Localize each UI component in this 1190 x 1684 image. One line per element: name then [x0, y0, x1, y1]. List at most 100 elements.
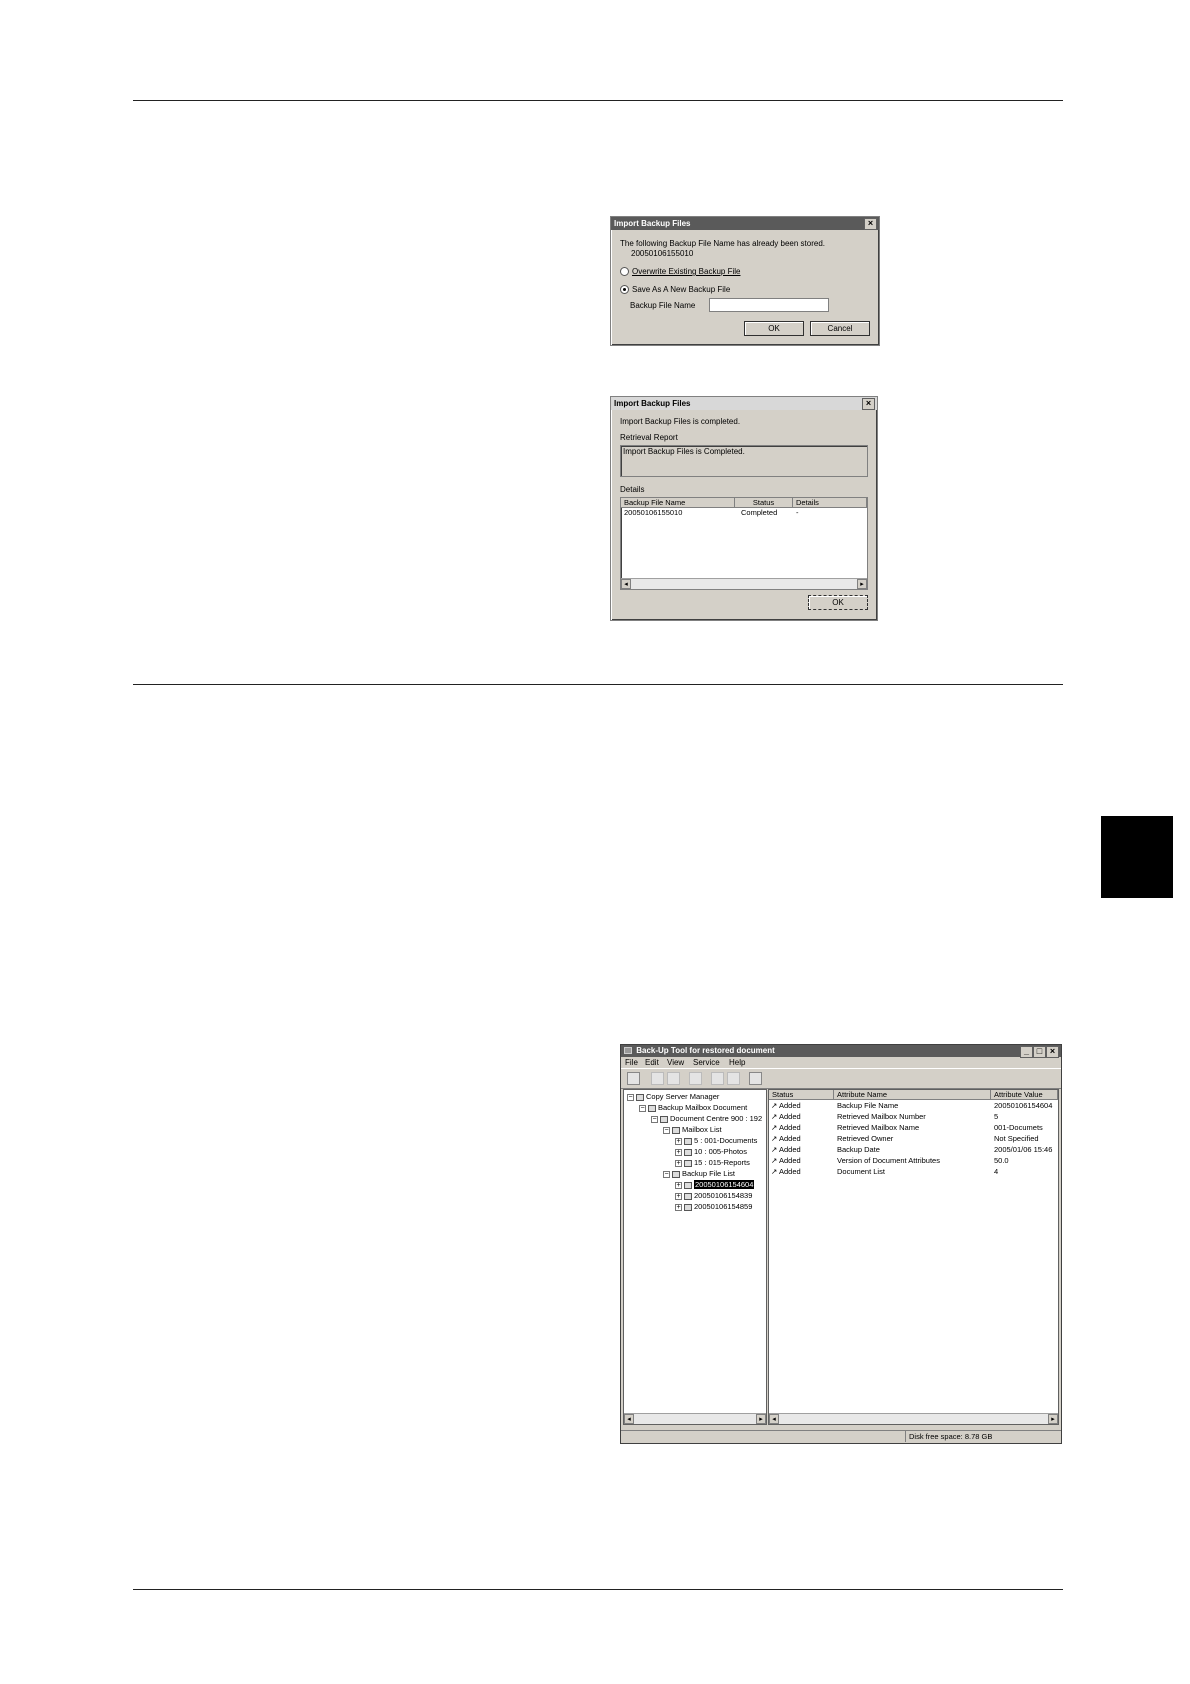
menu-help[interactable]: Help	[729, 1057, 745, 1068]
menu-file[interactable]: File	[625, 1057, 638, 1068]
import-backup-completed-dialog: Import Backup Files × Import Backup File…	[610, 396, 878, 621]
ok-button[interactable]: OK	[744, 321, 804, 336]
bottom-rule	[133, 1589, 1063, 1590]
save-icon[interactable]	[627, 1072, 640, 1085]
scroll-right-icon[interactable]: ▸	[857, 579, 867, 589]
ok-button[interactable]: OK	[808, 595, 868, 610]
column-header[interactable]: Backup File Name	[621, 498, 735, 508]
expand-icon[interactable]: +	[675, 1148, 682, 1156]
attribute-name-cell: Retrieved Mailbox Number	[837, 1112, 926, 1121]
server-icon	[636, 1093, 644, 1101]
mailbox-icon	[684, 1159, 692, 1167]
collapse-icon[interactable]: −	[639, 1104, 646, 1112]
cancel-button[interactable]: Cancel	[810, 321, 870, 336]
attribute-name-cell: Backup File Name	[837, 1101, 899, 1110]
mailbox-icon	[648, 1104, 656, 1112]
column-header[interactable]: Attribute Value	[991, 1090, 1058, 1100]
column-header[interactable]: Details	[793, 498, 867, 508]
column-header[interactable]: Status	[735, 498, 793, 508]
status-cell: ↗ Added	[771, 1134, 801, 1143]
menu-edit[interactable]: Edit	[645, 1057, 659, 1068]
collapse-icon[interactable]: −	[663, 1170, 670, 1178]
horizontal-scrollbar[interactable]: ◂ ▸	[769, 1413, 1058, 1424]
tree-label: 15 : 015-Reports	[694, 1158, 750, 1167]
attribute-value-cell: 50.0	[994, 1156, 1009, 1165]
close-icon[interactable]: ×	[862, 398, 875, 410]
tree-node-backup-file[interactable]: +20050106154604	[675, 1179, 755, 1190]
tree-node-mailbox[interactable]: +10 : 005-Photos	[675, 1146, 747, 1157]
tree-node-backup-file[interactable]: +20050106154859	[675, 1201, 752, 1212]
overwrite-radio[interactable]	[620, 267, 629, 276]
tree-node-mailbox[interactable]: +15 : 015-Reports	[675, 1157, 750, 1168]
expand-icon[interactable]: +	[675, 1203, 682, 1211]
tree-node-backup-mailbox[interactable]: − Backup Mailbox Document	[639, 1102, 747, 1113]
tree-label: Document Centre 900 : 192	[670, 1114, 763, 1123]
attribute-list-pane[interactable]: Status Attribute Name Attribute Value ↗ …	[768, 1089, 1059, 1425]
restore-all-icon[interactable]	[727, 1072, 740, 1085]
horizontal-scrollbar[interactable]: ◂ ▸	[621, 578, 867, 589]
backup-file-name-input[interactable]	[709, 298, 829, 312]
device-icon	[660, 1115, 668, 1123]
menu-view[interactable]: View	[667, 1057, 684, 1068]
tree-node-backup-file-list[interactable]: − Backup File List	[663, 1168, 735, 1179]
stored-file-name: 20050106155010	[631, 249, 694, 258]
close-icon[interactable]: ×	[864, 218, 877, 230]
tree-label-selected: 20050106154604	[694, 1180, 755, 1189]
search-icon[interactable]	[689, 1072, 702, 1085]
menu-service[interactable]: Service	[693, 1057, 720, 1068]
status-cell: ↗ Added	[771, 1156, 801, 1165]
expand-icon[interactable]: +	[675, 1192, 682, 1200]
status-bar: Disk free space: 8.78 GB	[621, 1430, 1061, 1443]
import-backup-overwrite-dialog: Import Backup Files × The following Back…	[610, 216, 880, 346]
save-new-label: Save As A New Backup File	[632, 285, 731, 294]
disk-free-space: Disk free space: 8.78 GB	[905, 1431, 1019, 1442]
tree-node-mailbox[interactable]: +5 : 001-Documents	[675, 1135, 757, 1146]
collapse-icon[interactable]: −	[663, 1126, 670, 1134]
export-icon[interactable]	[667, 1072, 680, 1085]
retrieval-report-box: Import Backup Files is Completed.	[620, 445, 868, 477]
scroll-right-icon[interactable]: ▸	[756, 1414, 766, 1424]
tree-node-backup-file[interactable]: +20050106154839	[675, 1190, 752, 1201]
list-icon	[672, 1126, 680, 1134]
expand-icon[interactable]: +	[675, 1137, 682, 1145]
dialog-title-bar: Import Backup Files ×	[611, 217, 879, 230]
tree-pane[interactable]: − Copy Server Manager − Backup Mailbox Doc…	[623, 1089, 767, 1425]
status-cell: ↗ Added	[771, 1112, 801, 1121]
tree-node-mailbox-list[interactable]: − Mailbox List	[663, 1124, 722, 1135]
expand-icon[interactable]: +	[675, 1181, 682, 1189]
column-header[interactable]: Attribute Name	[834, 1090, 991, 1100]
copy-icon[interactable]	[749, 1072, 762, 1085]
tree-label: 5 : 001-Documents	[694, 1136, 758, 1145]
tree-node-device[interactable]: − Document Centre 900 : 192	[651, 1113, 762, 1124]
tree-node-root[interactable]: − Copy Server Manager	[627, 1091, 719, 1102]
scroll-right-icon[interactable]: ▸	[1048, 1414, 1058, 1424]
collapse-icon[interactable]: −	[651, 1115, 658, 1123]
save-new-radio[interactable]	[620, 285, 629, 294]
overwrite-label: Overwrite Existing Backup File	[632, 267, 741, 276]
attribute-name-cell: Version of Document Attributes	[837, 1156, 940, 1165]
horizontal-scrollbar[interactable]: ◂ ▸	[624, 1413, 766, 1424]
backup-file-name-label: Backup File Name	[630, 301, 696, 310]
status-cell: ↗ Added	[771, 1101, 801, 1110]
menu-bar: File Edit View Service Help	[621, 1057, 1061, 1068]
attribute-value-cell: 4	[994, 1167, 999, 1176]
tree-label: 10 : 005-Photos	[694, 1147, 747, 1156]
details-list[interactable]: Backup File Name Status Details 20050106…	[620, 497, 868, 590]
status-cell: ↗ Added	[771, 1145, 801, 1154]
column-header[interactable]: Status	[769, 1090, 834, 1100]
top-rule	[133, 100, 1063, 101]
expand-icon[interactable]: +	[675, 1159, 682, 1167]
window-title: Back-Up Tool for restored document	[636, 1046, 775, 1055]
tree-label: Mailbox List	[682, 1125, 722, 1134]
table-cell: 20050106155010	[624, 508, 683, 517]
backup-file-icon	[684, 1203, 692, 1211]
attribute-value-cell: Not Specified	[994, 1134, 1039, 1143]
attribute-name-cell: Retrieved Owner	[837, 1134, 894, 1143]
collapse-icon[interactable]: −	[627, 1093, 634, 1101]
scroll-left-icon[interactable]: ◂	[624, 1414, 634, 1424]
scroll-left-icon[interactable]: ◂	[769, 1414, 779, 1424]
import-icon[interactable]	[651, 1072, 664, 1085]
dialog-title: Import Backup Files	[614, 399, 691, 408]
restore-icon[interactable]	[711, 1072, 724, 1085]
scroll-left-icon[interactable]: ◂	[621, 579, 631, 589]
